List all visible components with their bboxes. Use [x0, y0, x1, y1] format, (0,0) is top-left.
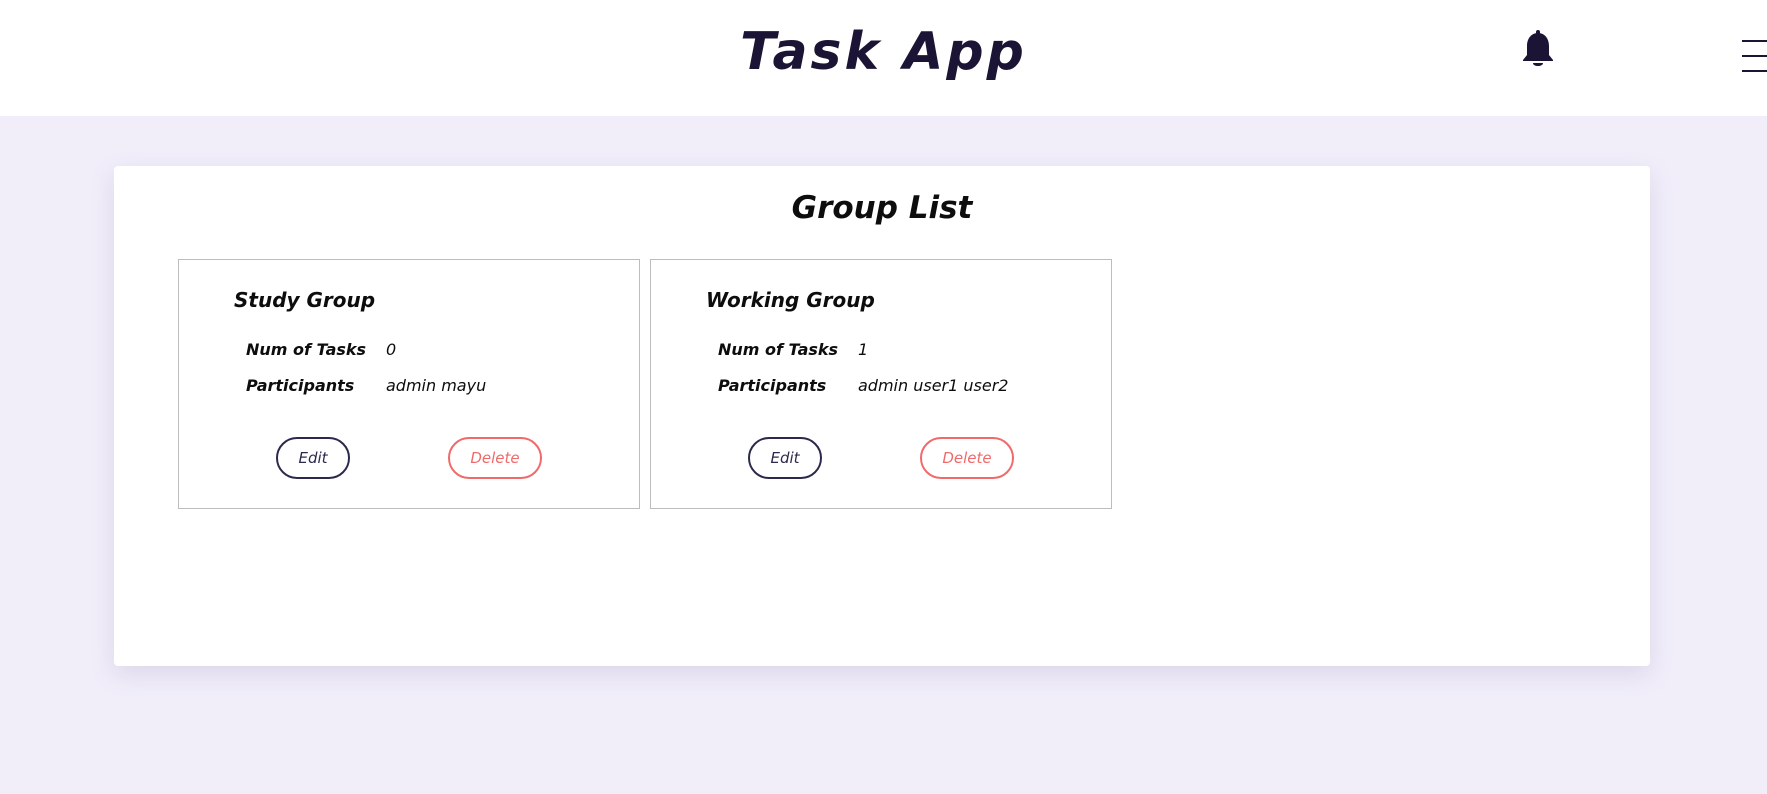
group-card-working: Working Group Num of Tasks 1 Participant…: [650, 259, 1112, 509]
participants-value: admin mayu: [386, 376, 487, 395]
bell-icon[interactable]: [1521, 30, 1555, 70]
edit-button[interactable]: Edit: [748, 437, 822, 479]
delete-button[interactable]: Delete: [448, 437, 542, 479]
num-of-tasks-label: Num of Tasks: [718, 340, 839, 359]
num-of-tasks-value: 0: [386, 340, 397, 359]
hamburger-menu-icon[interactable]: [1742, 40, 1767, 72]
num-of-tasks-value: 1: [858, 340, 869, 359]
participants-label: Participants: [246, 376, 355, 395]
app-header: Task App: [0, 0, 1767, 116]
app-title: Task App: [740, 22, 1027, 82]
delete-button[interactable]: Delete: [920, 437, 1014, 479]
group-list-panel: Group List Study Group Num of Tasks 0 Pa…: [114, 166, 1650, 666]
num-of-tasks-label: Num of Tasks: [246, 340, 367, 359]
edit-button[interactable]: Edit: [276, 437, 350, 479]
group-name: Working Group: [706, 288, 875, 312]
page-title: Group List: [791, 190, 973, 226]
participants-value: admin user1 user2: [858, 376, 1009, 395]
participants-label: Participants: [718, 376, 827, 395]
group-card-study: Study Group Num of Tasks 0 Participants …: [178, 259, 640, 509]
group-name: Study Group: [234, 288, 376, 312]
